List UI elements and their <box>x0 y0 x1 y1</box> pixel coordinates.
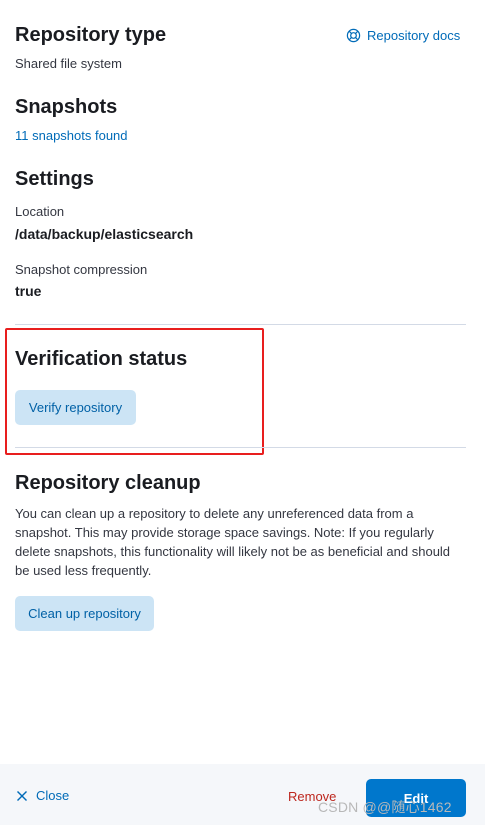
location-label: Location <box>15 204 65 219</box>
snapshots-found-link[interactable]: 11 snapshots found <box>15 128 128 143</box>
settings-heading: Settings <box>15 168 94 190</box>
compression-value: true <box>15 283 42 299</box>
close-icon <box>16 790 28 802</box>
close-label: Close <box>36 788 70 803</box>
repository-cleanup-heading: Repository cleanup <box>15 472 201 494</box>
location-value: /data/backup/elasticsearch <box>15 226 194 242</box>
repository-type-heading: Repository type <box>15 24 167 46</box>
watermark-text: CSDN @@随心1462 <box>318 799 452 815</box>
repository-type-value: Shared file system <box>15 56 122 71</box>
compression-label: Snapshot compression <box>15 262 148 277</box>
divider <box>15 324 466 325</box>
help-circle-icon <box>346 28 361 43</box>
close-button[interactable]: Close <box>16 788 69 803</box>
cleanup-description: You can clean up a repository to delete … <box>15 506 451 578</box>
highlight-annotation-box <box>5 328 264 455</box>
snapshots-heading: Snapshots <box>15 96 118 118</box>
repository-docs-link[interactable]: Repository docs <box>346 28 460 43</box>
divider <box>15 447 466 448</box>
repository-docs-label: Repository docs <box>367 28 461 43</box>
clean-up-repository-button[interactable]: Clean up repository <box>15 596 154 631</box>
